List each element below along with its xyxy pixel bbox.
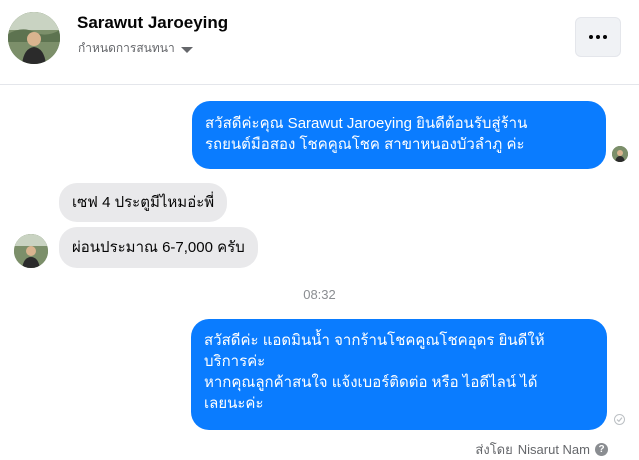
contact-avatar[interactable] <box>8 12 60 64</box>
message-line: บริการค่ะ <box>204 353 266 370</box>
message-line: สวัสดีค่ะ แอดมินน้ำ จากร้านโชคคูณโชคอุดร… <box>204 332 545 349</box>
caret-down-icon <box>180 46 193 53</box>
message-timestamp: 08:32 <box>303 287 336 302</box>
message-line: รถยนต์มือสอง โชคคูณโชค สาขาหนองบัวลำภู ค… <box>205 136 525 153</box>
sent-by-info: ส่งโดย Nisarut Nam ? <box>475 439 608 460</box>
message-line: สวัสดีค่ะคุณ Sarawut Jaroeying ยินดีต้อน… <box>205 115 528 132</box>
sender-name: Nisarut Nam <box>517 442 590 457</box>
sent-check-icon <box>614 414 625 425</box>
schedule-label: กำหนดการสนทนา <box>78 41 175 55</box>
sent-by-label: ส่งโดย <box>475 442 513 457</box>
conversation-schedule-dropdown[interactable]: กำหนดการสนทนา <box>78 39 193 58</box>
seen-avatar <box>612 146 628 162</box>
more-options-button[interactable] <box>575 17 621 57</box>
contact-name[interactable]: Sarawut Jaroeying <box>77 13 228 33</box>
message-bubble-outgoing[interactable]: สวัสดีค่ะคุณ Sarawut Jaroeying ยินดีต้อน… <box>192 101 606 169</box>
more-horizontal-icon <box>589 35 593 39</box>
message-bubble-outgoing[interactable]: สวัสดีค่ะ แอดมินน้ำ จากร้านโชคคูณโชคอุดร… <box>191 319 607 430</box>
message-line: เลยนะค่ะ <box>204 395 264 412</box>
message-bubble-incoming[interactable]: เซฟ 4 ประตูมีไหมอ่ะพี่ <box>59 183 228 222</box>
message-text: เซฟ 4 ประตูมีไหมอ่ะพี่ <box>72 194 215 211</box>
sender-avatar[interactable] <box>14 234 48 268</box>
message-bubble-incoming[interactable]: ผ่อนประมาณ 6-7,000 ครับ <box>59 227 258 268</box>
help-icon[interactable]: ? <box>595 443 608 456</box>
message-text: ผ่อนประมาณ 6-7,000 ครับ <box>72 239 245 256</box>
message-line: หากคุณลูกค้าสนใจ แจ้งเบอร์ติดต่อ หรือ ไอ… <box>204 374 538 391</box>
conversation-header: Sarawut Jaroeying กำหนดการสนทนา <box>0 0 639 85</box>
